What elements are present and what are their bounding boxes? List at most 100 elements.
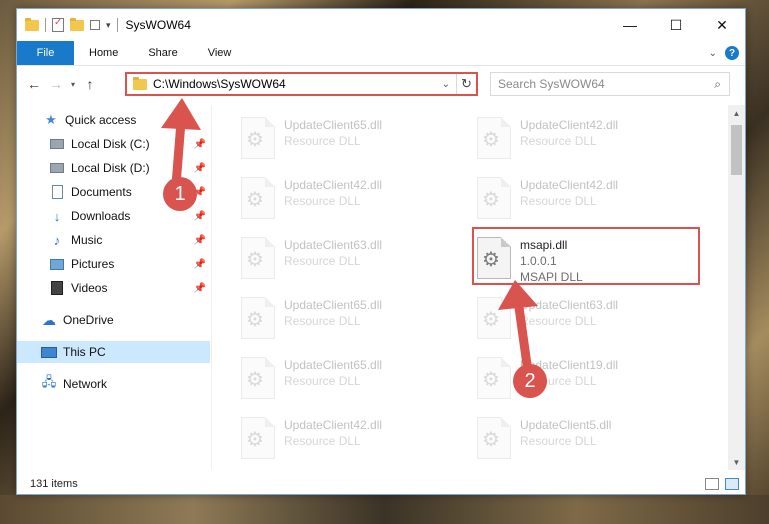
nav-item-label: Local Disk (C:): [71, 137, 150, 151]
back-button[interactable]: ←: [23, 72, 45, 96]
help-icon[interactable]: ?: [725, 46, 739, 60]
desktop-wallpaper: [0, 495, 769, 524]
file-item[interactable]: ⚙ UpdateClient42.dll Resource DLL: [241, 177, 461, 229]
nav-item-onedrive[interactable]: ☁ OneDrive: [17, 309, 210, 331]
file-description: Resource DLL: [520, 194, 597, 208]
file-description: Resource DLL: [520, 434, 597, 448]
file-item[interactable]: ⚙ UpdateClient42.dll Resource DLL: [477, 117, 697, 169]
nav-item-local-disk-c[interactable]: Local Disk (C:) 📌: [17, 133, 210, 155]
nav-item-videos[interactable]: Videos 📌: [17, 277, 210, 299]
dll-file-icon: ⚙: [477, 177, 511, 219]
file-name: UpdateClient42.dll: [520, 118, 619, 132]
toolbar-dropdown-icon[interactable]: ▾: [106, 20, 111, 31]
file-version: 1.0.0.1: [520, 254, 557, 268]
file-item[interactable]: ⚙ UpdateClient63.dll Resource DLL: [477, 297, 697, 349]
window-controls: — ☐ ✕: [607, 9, 745, 41]
tab-home[interactable]: Home: [74, 41, 133, 65]
disk-icon: [49, 137, 65, 151]
nav-item-label: Videos: [71, 281, 108, 295]
file-item[interactable]: ⚙ UpdateClient5.dll Resource DLL: [477, 417, 697, 469]
nav-item-label: Network: [63, 377, 108, 391]
file-item[interactable]: ⚙ UpdateClient42.dll Resource DLL: [477, 177, 697, 229]
tab-file[interactable]: File: [17, 41, 74, 65]
callout-2: 2: [513, 364, 547, 398]
nav-item-label: Pictures: [71, 257, 115, 271]
pin-icon: 📌: [193, 210, 206, 222]
pin-icon: 📌: [193, 138, 206, 150]
dll-file-icon: ⚙: [241, 297, 275, 339]
ribbon-tabs: File Home Share View ⌄ ?: [17, 41, 745, 66]
file-name: UpdateClient65.dll: [284, 118, 383, 132]
file-description: Resource DLL: [284, 374, 361, 388]
details-view-icon[interactable]: [705, 478, 719, 490]
nav-item-label: Documents: [71, 185, 132, 199]
search-icon[interactable]: ⌕: [714, 77, 721, 92]
file-description: Resource DLL: [284, 134, 361, 148]
search-input[interactable]: [498, 77, 698, 91]
dll-file-icon: ⚙: [241, 417, 275, 459]
minimize-button[interactable]: —: [607, 9, 653, 41]
dll-file-icon: ⚙: [477, 297, 511, 339]
up-button[interactable]: ↑: [79, 72, 101, 96]
videos-icon: [49, 281, 65, 295]
quick-access-toolbar: ▾: [17, 17, 118, 32]
downloads-icon: ↓: [53, 208, 61, 224]
file-name: UpdateClient42.dll: [520, 178, 619, 192]
file-item[interactable]: ⚙ UpdateClient19.dll Resource DLL: [477, 357, 697, 409]
vertical-scrollbar[interactable]: ▲ ▼: [728, 105, 745, 470]
address-dropdown-icon[interactable]: ⌄: [442, 79, 456, 90]
file-description: Resource DLL: [284, 314, 361, 328]
separator: [116, 18, 118, 32]
network-icon: 🖧: [41, 374, 57, 389]
file-list: ⚙ UpdateClient65.dll Resource DLL ⚙ Updat…: [213, 105, 727, 470]
forward-button[interactable]: →: [45, 72, 67, 96]
file-item[interactable]: ⚙ UpdateClient65.dll Resource DLL: [241, 297, 461, 349]
nav-item-quick-access[interactable]: ★ Quick access: [17, 109, 210, 131]
file-item[interactable]: ⚙ UpdateClient42.dll Resource DLL: [241, 417, 461, 469]
customize-toolbar-icon[interactable]: [90, 20, 100, 30]
expand-ribbon-icon[interactable]: ⌄: [709, 48, 717, 59]
dll-file-icon: ⚙: [477, 417, 511, 459]
search-box[interactable]: ⌕: [490, 72, 730, 96]
dll-file-icon: ⚙: [241, 237, 275, 279]
new-folder-icon[interactable]: [70, 17, 84, 31]
file-description: MSAPI DLL: [520, 270, 583, 284]
nav-item-label: Music: [71, 233, 103, 247]
dll-file-icon: ⚙: [477, 117, 511, 159]
address-bar[interactable]: ⌄ ↻: [125, 72, 478, 96]
file-name: msapi.dll: [520, 238, 568, 252]
item-count: 131 items: [30, 478, 78, 490]
address-input[interactable]: [153, 77, 433, 91]
pin-icon: 📌: [193, 258, 206, 270]
nav-item-label: Downloads: [71, 209, 131, 223]
properties-icon[interactable]: [52, 17, 64, 32]
nav-item-music[interactable]: ♪ Music 📌: [17, 229, 210, 251]
nav-item-pictures[interactable]: Pictures 📌: [17, 253, 210, 275]
tiles-view-icon[interactable]: [725, 478, 739, 490]
scrollbar-thumb[interactable]: [731, 125, 742, 175]
file-item[interactable]: ⚙ UpdateClient63.dll Resource DLL: [241, 237, 461, 289]
file-item-msapi-dll[interactable]: ⚙ msapi.dll 1.0.0.1 MSAPI DLL: [477, 237, 697, 289]
file-description: Resource DLL: [520, 314, 597, 328]
folder-icon: [25, 17, 39, 31]
scroll-up-icon[interactable]: ▲: [728, 105, 745, 121]
scroll-down-icon[interactable]: ▼: [728, 454, 745, 470]
dll-file-icon: ⚙: [241, 177, 275, 219]
nav-item-network[interactable]: 🖧 Network: [17, 373, 210, 395]
refresh-button[interactable]: ↻: [456, 74, 476, 94]
pin-icon: 📌: [193, 162, 206, 174]
nav-item-local-disk-d[interactable]: Local Disk (D:) 📌: [17, 157, 210, 179]
file-description: Resource DLL: [284, 194, 361, 208]
file-explorer-window: ▾ SysWOW64 — ☐ ✕ File Home Share View ⌄ …: [16, 8, 746, 495]
close-button[interactable]: ✕: [699, 9, 745, 41]
file-item[interactable]: ⚙ UpdateClient65.dll Resource DLL: [241, 117, 461, 169]
file-item[interactable]: ⚙ UpdateClient65.dll Resource DLL: [241, 357, 461, 409]
maximize-button[interactable]: ☐: [653, 9, 699, 41]
navigation-pane: ★ Quick access Local Disk (C:) 📌 Local D…: [17, 105, 212, 470]
pin-icon: 📌: [193, 234, 206, 246]
nav-item-this-pc[interactable]: This PC: [17, 341, 210, 363]
tab-view[interactable]: View: [193, 41, 247, 65]
recent-locations-dropdown[interactable]: ▾: [67, 80, 79, 89]
tab-share[interactable]: Share: [133, 41, 192, 65]
file-description: Resource DLL: [284, 434, 361, 448]
